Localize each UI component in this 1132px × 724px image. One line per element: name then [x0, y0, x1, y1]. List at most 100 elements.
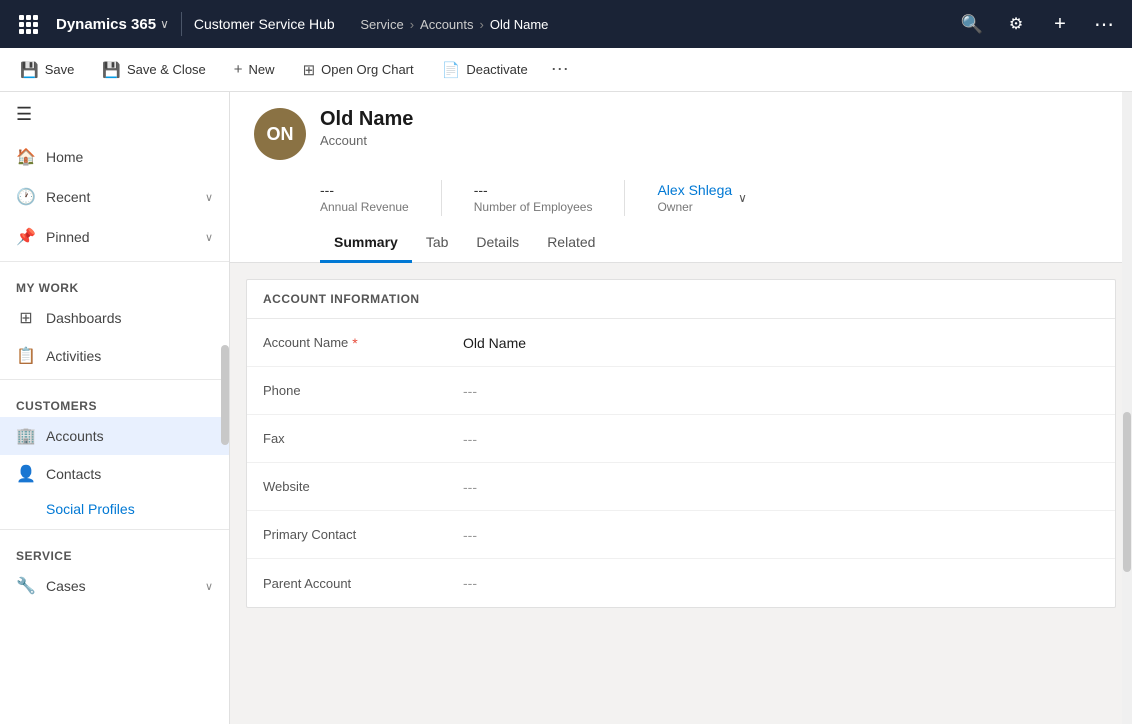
- breadcrumb-accounts[interactable]: Accounts: [420, 17, 473, 32]
- settings-icon: ⚙: [1009, 14, 1023, 34]
- cases-icon: 🔧: [16, 576, 36, 596]
- main-layout: ☰ 🏠 Home 🕐 Recent ∨ 📌 Pinned ∨ My Work ⊞…: [0, 92, 1132, 724]
- pinned-icon: 📌: [16, 227, 36, 247]
- sidebar-item-social-profiles[interactable]: Social Profiles: [0, 493, 229, 525]
- waffle-icon: [19, 15, 38, 34]
- settings-button[interactable]: ⚙: [996, 4, 1036, 44]
- save-label: Save: [45, 62, 75, 77]
- sidebar-dashboards-label: Dashboards: [46, 310, 213, 326]
- sidebar-pinned-label: Pinned: [46, 229, 195, 245]
- waffle-menu-button[interactable]: [8, 0, 48, 48]
- app-chevron-icon: ∨: [160, 17, 169, 31]
- sidebar-item-activities[interactable]: 📋 Activities: [0, 337, 229, 375]
- record-header: ON Old Name Account --- Annual Revenue -…: [230, 92, 1132, 263]
- accounts-icon: 🏢: [16, 426, 36, 446]
- sidebar-home-label: Home: [46, 149, 213, 165]
- sidebar-social-profiles-label: Social Profiles: [46, 501, 135, 517]
- field-website: Website ---: [247, 463, 1115, 511]
- record-meta: --- Annual Revenue --- Number of Employe…: [254, 172, 1108, 216]
- field-account-name: Account Name * Old Name: [247, 319, 1115, 367]
- main-content: ON Old Name Account --- Annual Revenue -…: [230, 92, 1132, 724]
- org-chart-label: Open Org Chart: [321, 62, 414, 77]
- annual-revenue-label: Annual Revenue: [320, 200, 409, 214]
- field-value-account-name[interactable]: Old Name: [463, 335, 526, 351]
- toolbar-more-icon: ⋯: [551, 59, 569, 80]
- section-label-my-work: My Work: [0, 269, 229, 299]
- field-phone: Phone ---: [247, 367, 1115, 415]
- field-label-primary-contact: Primary Contact: [263, 527, 463, 542]
- section-title: ACCOUNT INFORMATION: [247, 280, 1115, 319]
- section-label-service: Service: [0, 537, 229, 567]
- sidebar-item-cases[interactable]: 🔧 Cases ∨: [0, 567, 229, 605]
- save-close-label: Save & Close: [127, 62, 206, 77]
- save-icon: 💾: [20, 61, 39, 79]
- field-value-fax[interactable]: ---: [463, 431, 477, 447]
- record-tabs: Summary Tab Details Related: [254, 224, 1108, 262]
- deactivate-icon: 📄: [442, 61, 461, 79]
- main-scrollbar[interactable]: [1122, 92, 1132, 724]
- field-value-phone[interactable]: ---: [463, 383, 477, 399]
- field-label-phone: Phone: [263, 383, 463, 398]
- sidebar-accounts-label: Accounts: [46, 428, 213, 444]
- more-options-button[interactable]: ⋯: [1084, 4, 1124, 44]
- sidebar-item-accounts[interactable]: 🏢 Accounts: [0, 417, 229, 455]
- tab-tab[interactable]: Tab: [412, 224, 463, 263]
- tab-details[interactable]: Details: [462, 224, 533, 263]
- toolbar: 💾 Save 💾 Save & Close + New ⊞ Open Org C…: [0, 48, 1132, 92]
- sidebar-cases-label: Cases: [46, 578, 195, 594]
- new-label: New: [249, 62, 275, 77]
- record-title-block: Old Name Account: [320, 108, 1108, 148]
- owner-name[interactable]: Alex Shlega: [657, 182, 732, 198]
- annual-revenue-value: ---: [320, 182, 409, 198]
- new-icon: +: [234, 61, 243, 78]
- breadcrumb: Service › Accounts › Old Name: [343, 17, 952, 32]
- deactivate-button[interactable]: 📄 Deactivate: [430, 55, 540, 85]
- app-switcher[interactable]: Dynamics 365 ∨: [48, 0, 177, 48]
- avatar: ON: [254, 108, 306, 160]
- new-button[interactable]: + New: [222, 55, 287, 84]
- sidebar-item-dashboards[interactable]: ⊞ Dashboards: [0, 299, 229, 337]
- breadcrumb-service[interactable]: Service: [360, 17, 403, 32]
- record-meta-owner: Alex Shlega Owner ∨: [657, 182, 747, 214]
- hub-name: Customer Service Hub: [186, 16, 343, 32]
- save-button[interactable]: 💾 Save: [8, 55, 86, 85]
- field-label-account-name: Account Name *: [263, 335, 463, 351]
- org-chart-icon: ⊞: [303, 61, 316, 79]
- sidebar-item-home[interactable]: 🏠 Home: [0, 137, 229, 177]
- field-value-website[interactable]: ---: [463, 479, 477, 495]
- main-scrollbar-thumb: [1123, 412, 1131, 572]
- breadcrumb-current: Old Name: [490, 17, 549, 32]
- tab-related[interactable]: Related: [533, 224, 609, 263]
- field-value-parent-account[interactable]: ---: [463, 575, 477, 591]
- sidebar-item-recent[interactable]: 🕐 Recent ∨: [0, 177, 229, 217]
- sidebar-recent-label: Recent: [46, 189, 195, 205]
- breadcrumb-sep-2: ›: [480, 17, 484, 32]
- search-button[interactable]: 🔍: [952, 4, 992, 44]
- toolbar-more-button[interactable]: ⋯: [544, 54, 576, 86]
- save-close-icon: 💾: [102, 61, 121, 79]
- avatar-initials: ON: [267, 124, 294, 145]
- open-org-chart-button[interactable]: ⊞ Open Org Chart: [291, 55, 426, 85]
- deactivate-label: Deactivate: [466, 62, 527, 77]
- sidebar-item-pinned[interactable]: 📌 Pinned ∨: [0, 217, 229, 257]
- field-fax: Fax ---: [247, 415, 1115, 463]
- save-close-button[interactable]: 💾 Save & Close: [90, 55, 217, 85]
- search-icon: 🔍: [961, 14, 983, 35]
- plus-icon: +: [1054, 13, 1066, 36]
- more-icon: ⋯: [1094, 12, 1114, 37]
- field-value-primary-contact[interactable]: ---: [463, 527, 477, 543]
- sidebar-toggle-button[interactable]: ☰: [0, 92, 229, 137]
- new-record-button[interactable]: +: [1040, 4, 1080, 44]
- field-primary-contact: Primary Contact ---: [247, 511, 1115, 559]
- record-meta-annual-revenue: --- Annual Revenue: [320, 182, 409, 214]
- sidebar-item-contacts[interactable]: 👤 Contacts: [0, 455, 229, 493]
- record-type: Account: [320, 133, 1108, 148]
- breadcrumb-sep-1: ›: [410, 17, 414, 32]
- owner-chevron-icon[interactable]: ∨: [738, 191, 747, 205]
- tab-summary[interactable]: Summary: [320, 224, 412, 263]
- num-employees-label: Number of Employees: [474, 200, 593, 214]
- section-label-customers: Customers: [0, 387, 229, 417]
- contacts-icon: 👤: [16, 464, 36, 484]
- sidebar-contacts-label: Contacts: [46, 466, 213, 482]
- field-label-website: Website: [263, 479, 463, 494]
